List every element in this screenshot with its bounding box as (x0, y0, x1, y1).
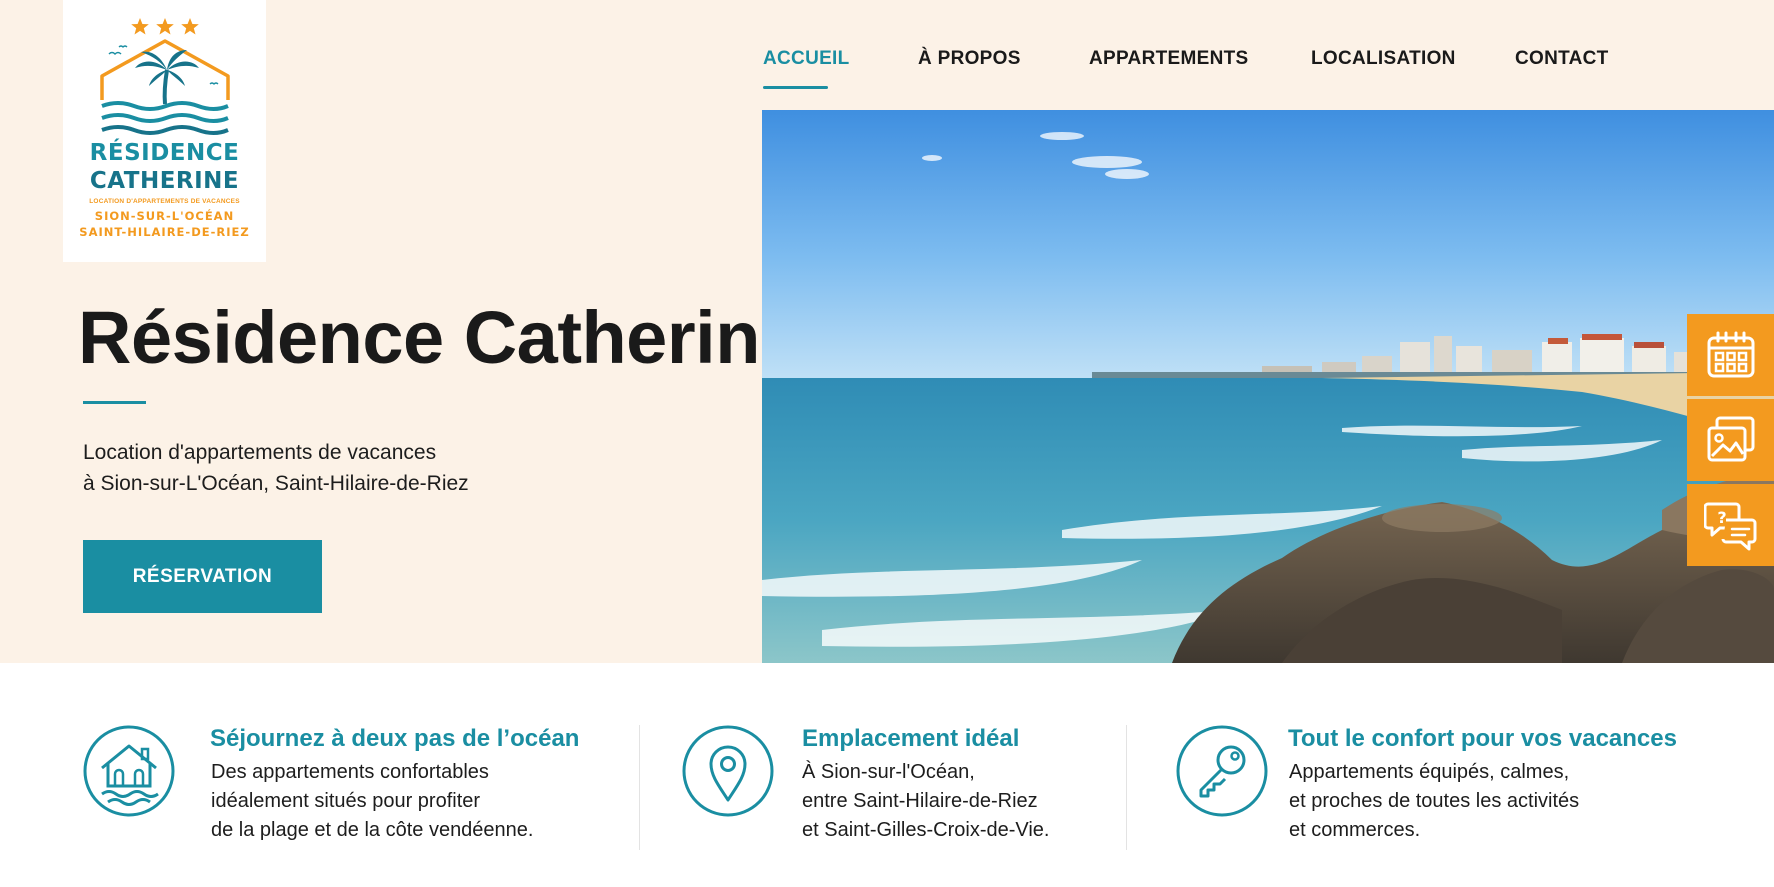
feature-text-line: et Saint-Gilles-Croix-de-Vie. (802, 819, 1050, 841)
chat-question-icon: ? (1703, 502, 1756, 551)
side-tab-chat[interactable]: ? (1687, 484, 1774, 566)
reservation-button[interactable]: RÉSERVATION (83, 540, 322, 613)
nav-item-localisation[interactable]: LOCALISATION (1311, 48, 1456, 70)
feature-title: Emplacement idéal (802, 725, 1020, 752)
nav-item-accueil[interactable]: ACCUEIL (763, 48, 850, 70)
gallery-icon (1707, 416, 1754, 462)
feature-title: Tout le confort pour vos vacances (1288, 725, 1677, 752)
logo-tagline: LOCATION D'APPARTEMENTS DE VACANCES (89, 198, 240, 205)
feature-text-line: idéalement situés pour profiter (211, 790, 481, 812)
feature-text-line: de la plage et de la côte vendéenne. (211, 819, 534, 841)
title-divider (83, 401, 146, 404)
feature-text-line: Des appartements confortables (211, 761, 489, 783)
logo-place-line1: SION-SUR-L'OCÉAN (94, 209, 235, 223)
feature-text-line: et proches de toutes les activités (1289, 790, 1580, 812)
hero-subtitle-line2: à Sion-sur-L'Océan, Saint-Hilaire-de-Rie… (83, 472, 469, 495)
feature-divider (639, 725, 640, 850)
nav-active-indicator (763, 86, 828, 89)
svg-text:?: ? (1717, 508, 1726, 527)
calendar-icon (1707, 331, 1754, 378)
feature-text-line: À Sion-sur-l'Océan, (802, 761, 975, 783)
logo[interactable]: RÉSIDENCE CATHERINE LOCATION D'APPARTEME… (63, 0, 266, 262)
nav-item-a-propos[interactable]: À PROPOS (918, 48, 1021, 70)
feature-text-line: et commerces. (1289, 819, 1421, 841)
key-icon (1176, 725, 1268, 817)
hero-section: RÉSIDENCE CATHERINE LOCATION D'APPARTEME… (0, 0, 1774, 663)
side-tab-gallery[interactable] (1687, 399, 1774, 481)
hero-beach-image (762, 110, 1774, 663)
location-pin-icon (682, 725, 774, 817)
feature-text-line: Appartements équipés, calmes, (1289, 761, 1570, 783)
side-tab-calendar[interactable] (1687, 314, 1774, 396)
page-title: Résidence Catherine (78, 296, 801, 379)
logo-emblem-icon (100, 18, 230, 135)
logo-place-line2: SAINT-HILAIRE-DE-RIEZ (79, 225, 250, 239)
logo-name-line1: RÉSIDENCE (89, 140, 240, 166)
logo-name-line2: CATHERINE (89, 168, 240, 194)
feature-divider (1126, 725, 1127, 850)
nav-item-appartements[interactable]: APPARTEMENTS (1089, 48, 1248, 70)
feature-title: Séjournez à deux pas de l’océan (210, 725, 580, 752)
nav-item-contact[interactable]: CONTACT (1515, 48, 1609, 70)
hero-subtitle-line1: Location d'appartements de vacances (83, 441, 437, 464)
feature-text-line: entre Saint-Hilaire-de-Riez (802, 790, 1038, 812)
house-waves-icon (83, 725, 175, 817)
